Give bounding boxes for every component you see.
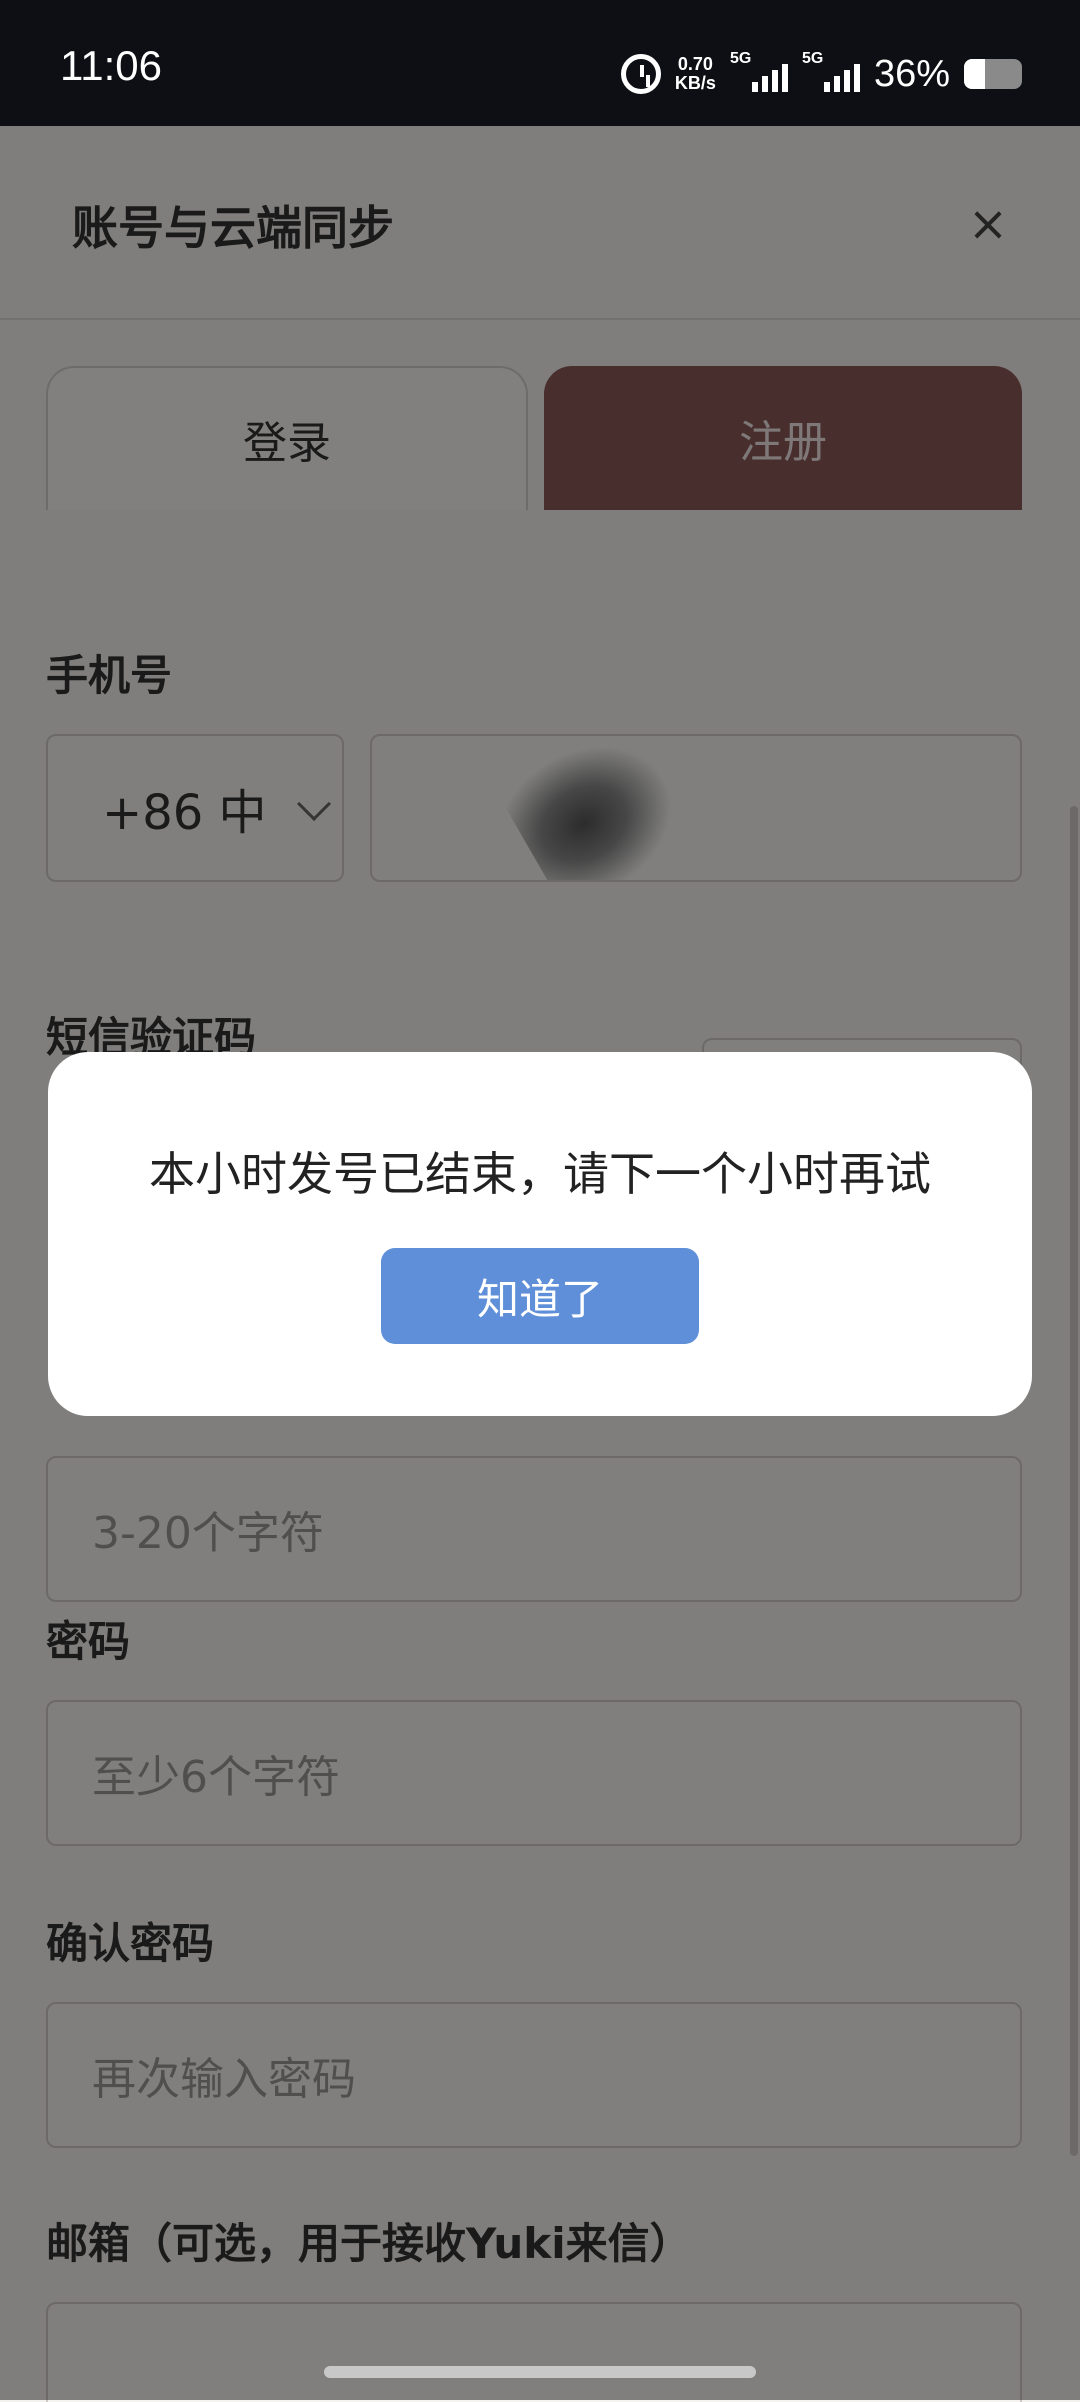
network-speed-unit: KB/s xyxy=(674,73,716,93)
network-type-sim2: 5G xyxy=(801,50,824,67)
status-bar: 11:06 0.70 KB/s 5G 5G 36% xyxy=(0,0,1080,126)
ok-button[interactable]: 知道了 xyxy=(381,1248,699,1344)
alarm-icon xyxy=(620,54,661,94)
network-type-sim1: 5G xyxy=(729,50,752,67)
battery-percent: 36% xyxy=(873,52,950,95)
alert-dialog: 本小时发号已结束，请下一个小时再试 知道了 xyxy=(48,1052,1032,1416)
network-speed-value: 0.70 xyxy=(677,54,713,74)
signal-icon-sim2: 5G xyxy=(802,50,860,94)
battery-fill xyxy=(964,59,985,89)
home-indicator[interactable] xyxy=(324,2366,756,2378)
network-speed: 0.70 KB/s xyxy=(675,55,716,93)
signal-icon-sim1: 5G xyxy=(730,50,788,94)
status-icons: 0.70 KB/s 5G 5G 36% xyxy=(620,44,1022,104)
dialog-message: 本小时发号已结束，请下一个小时再试 xyxy=(149,1147,931,1201)
battery-icon xyxy=(964,59,1022,89)
status-time: 11:06 xyxy=(60,42,162,89)
